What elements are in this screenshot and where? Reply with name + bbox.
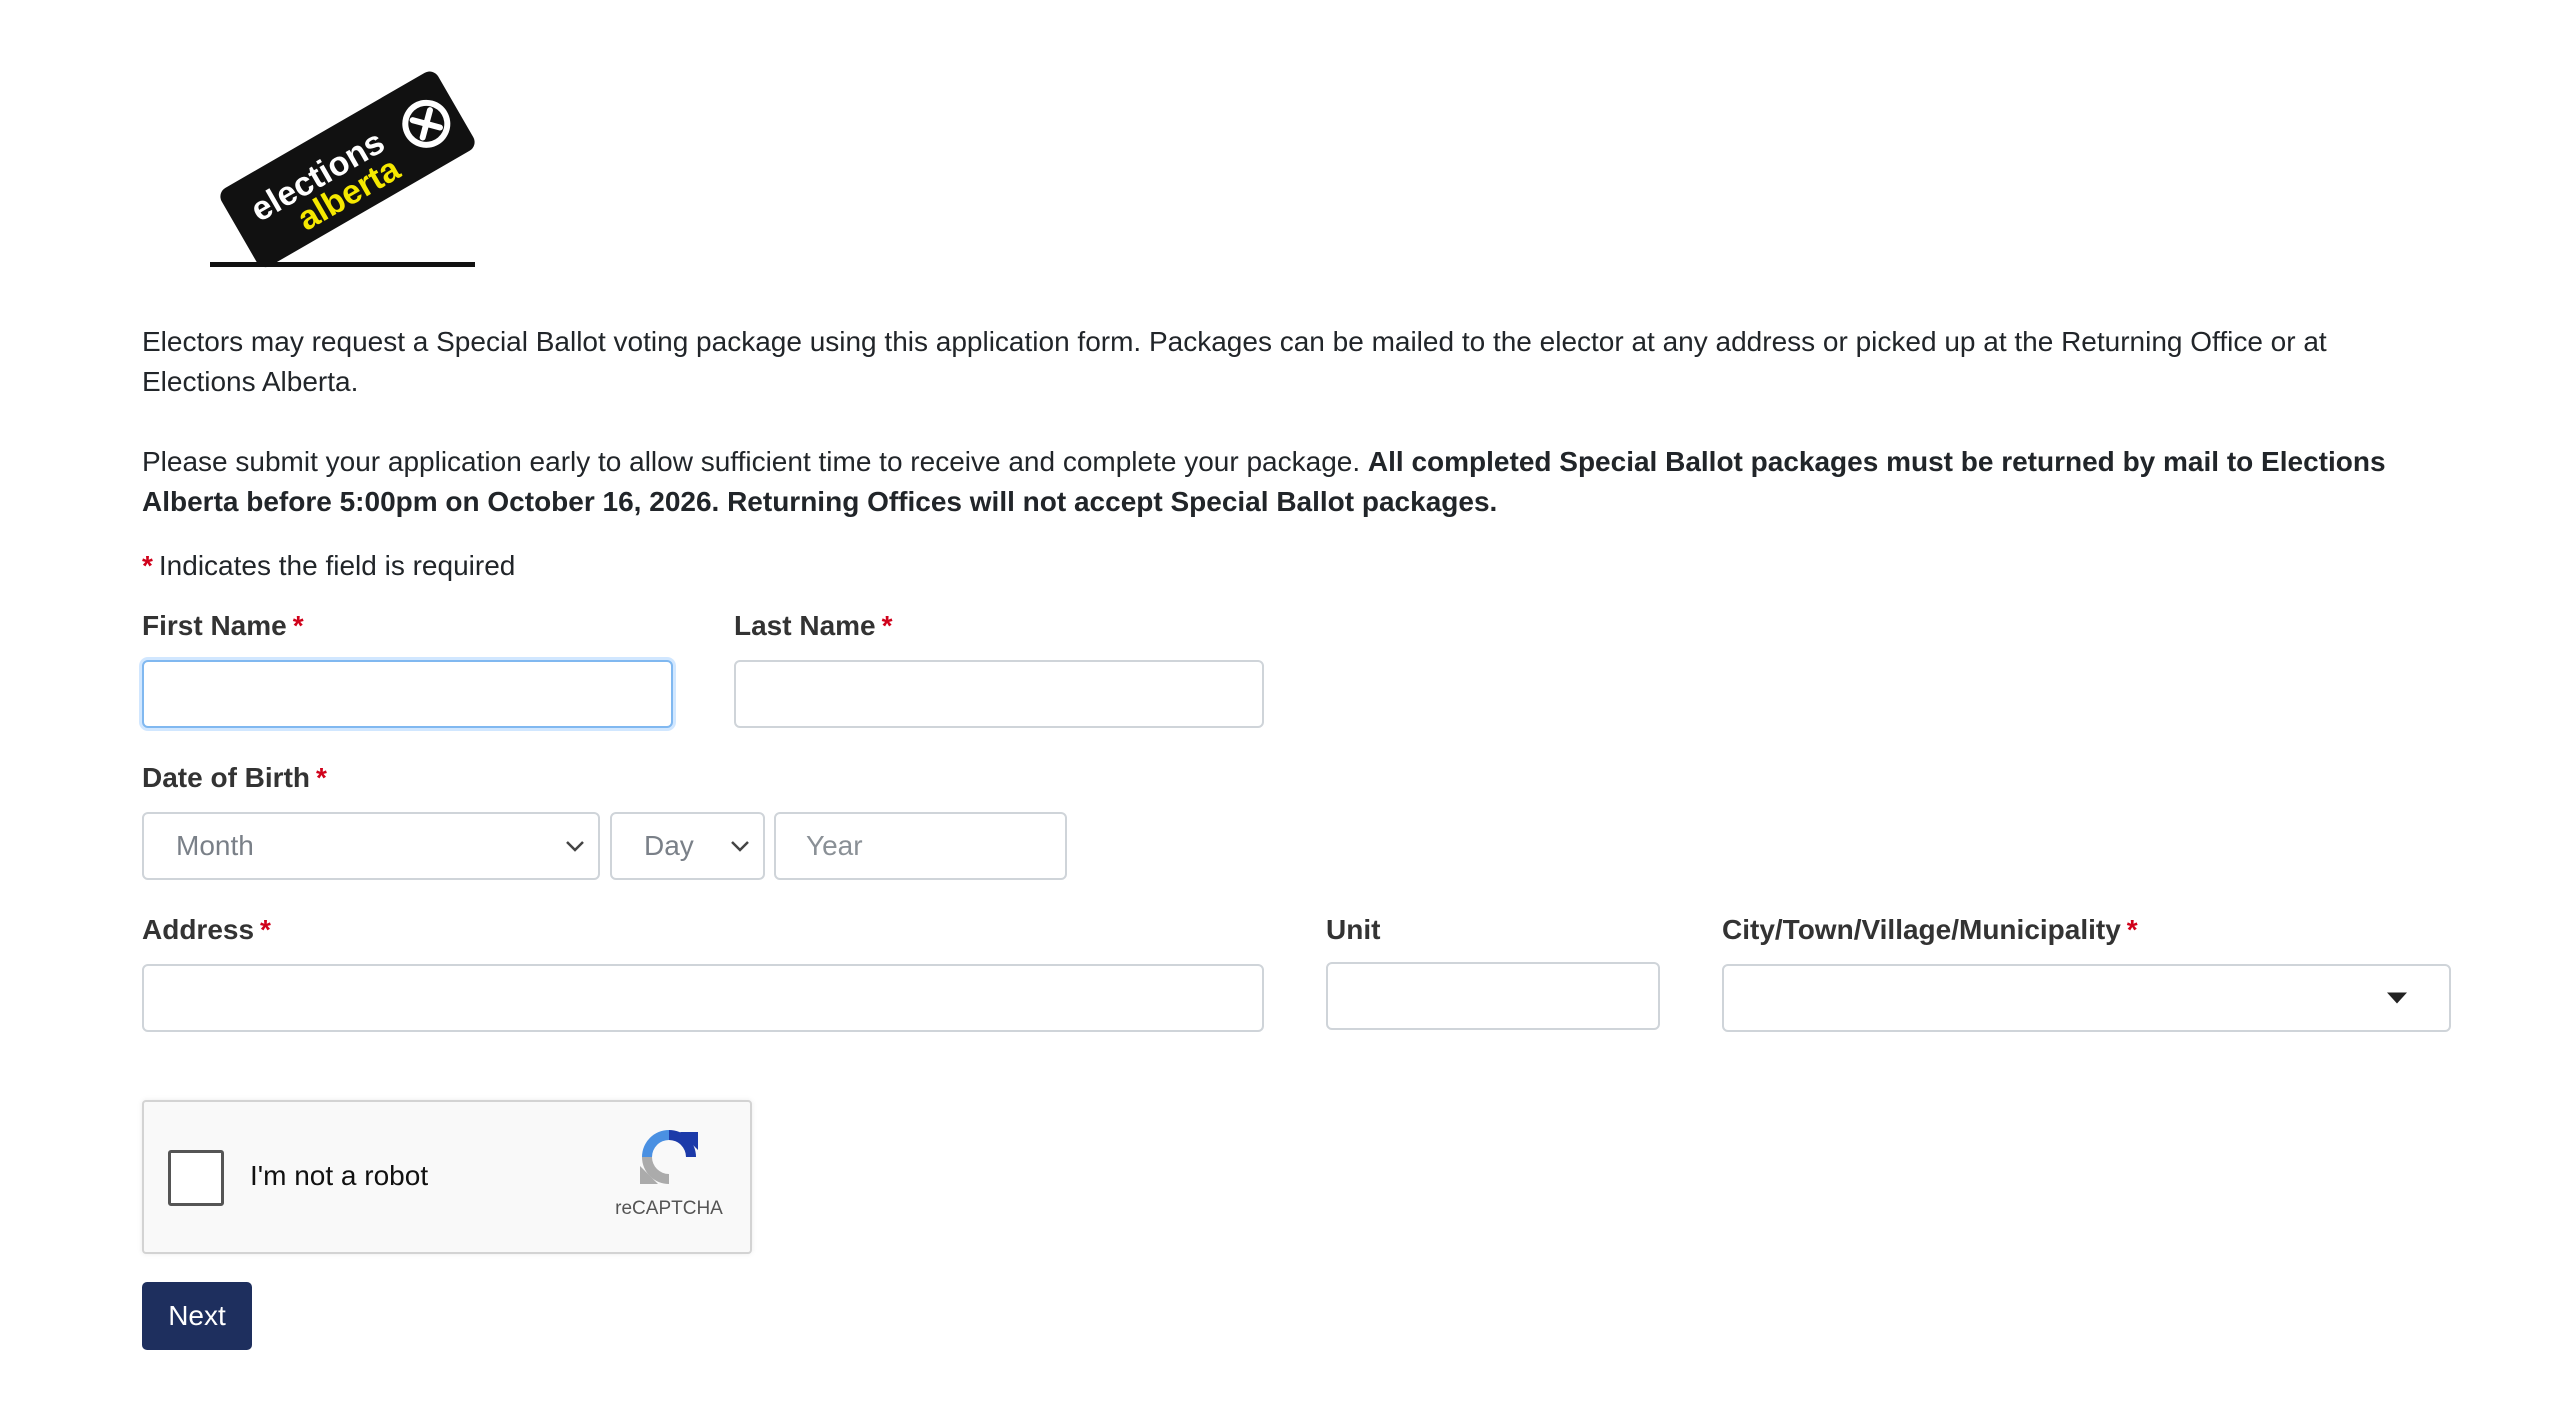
first-name-label: First Name * [142,608,304,644]
city-select[interactable] [1722,964,2451,1032]
required-star: * [2126,914,2138,945]
intro-deadline-paragraph: Please submit your application early to … [142,442,2472,522]
month-select[interactable]: Month [142,812,600,880]
required-star: * [292,610,304,641]
address-label: Address * [142,912,271,948]
last-name-label-text: Last Name [734,610,876,641]
first-name-input[interactable] [142,660,673,728]
chevron-down-icon [566,841,584,852]
recaptcha-label: I'm not a robot [250,1160,429,1191]
unit-input[interactable] [1326,962,1660,1030]
last-name-label: Last Name * [734,608,893,644]
required-note: * Indicates the field is required [142,548,515,584]
recaptcha-icon [640,1130,698,1184]
unit-label-text: Unit [1326,914,1381,945]
recaptcha-widget: I'm not a robot reCAPTCHA [142,1100,752,1254]
recaptcha-checkbox[interactable] [168,1150,224,1206]
recaptcha-brand: reCAPTCHA [615,1198,723,1219]
caret-down-icon [2387,992,2407,1004]
next-button[interactable]: Next [142,1282,252,1350]
city-label: City/Town/Village/Municipality * [1722,912,2138,948]
day-select[interactable]: Day [610,812,765,880]
chevron-down-icon [731,841,749,852]
month-select-value: Month [176,830,254,861]
last-name-input[interactable] [734,660,1264,728]
required-note-text: Indicates the field is required [158,550,516,581]
date-of-birth-label: Date of Birth * [142,760,327,796]
address-label-text: Address [142,914,255,945]
unit-label: Unit [1326,912,1380,948]
city-label-text: City/Town/Village/Municipality [1722,914,2121,945]
intro-regular-text: Please submit your application early to … [142,446,1368,477]
required-star: * [316,762,327,793]
intro-paragraph: Electors may request a Special Ballot vo… [142,326,2327,397]
page: elections alberta Electors may request a… [0,0,2560,1414]
date-of-birth-label-text: Date of Birth [142,762,310,793]
address-input[interactable] [142,964,1264,1032]
required-marker: * [142,550,153,581]
required-star: * [260,914,271,945]
day-select-value: Day [644,830,694,861]
year-input[interactable] [774,812,1067,880]
elections-alberta-logo: elections alberta [210,71,475,268]
required-star: * [881,610,893,641]
first-name-label-text: First Name [142,610,287,641]
